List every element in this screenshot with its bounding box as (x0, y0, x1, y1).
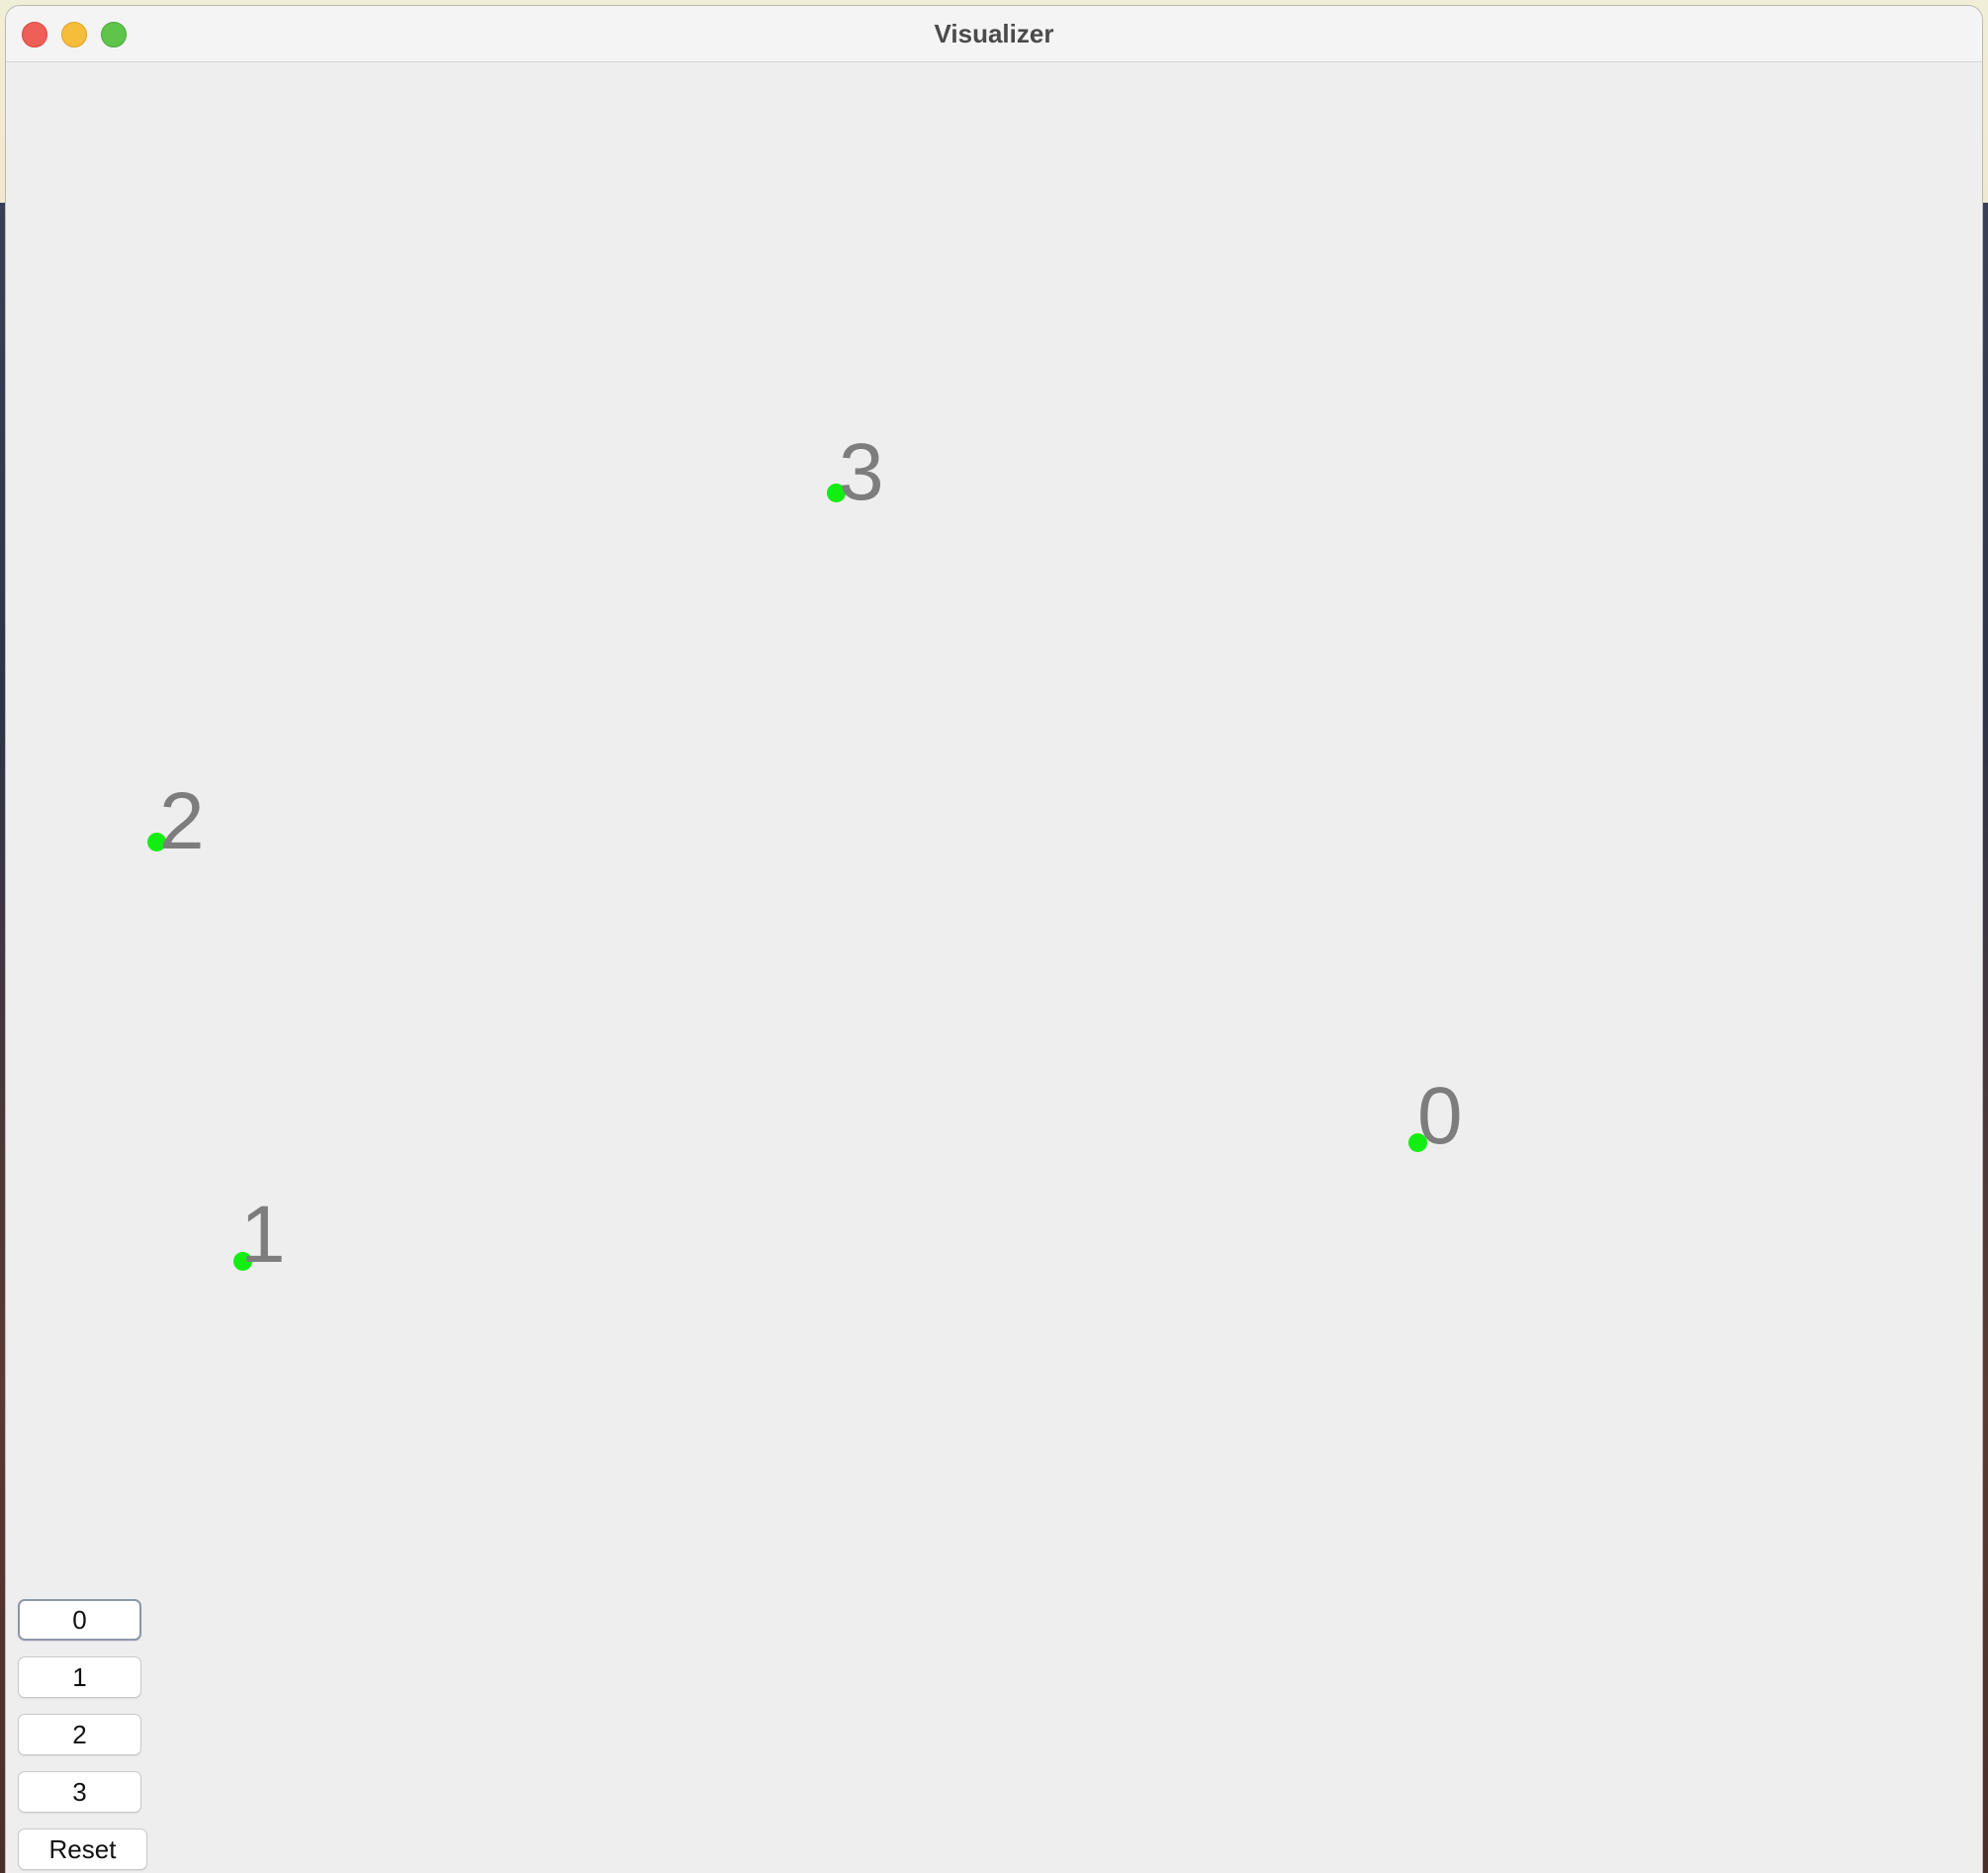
window-title: Visualizer (934, 19, 1054, 48)
point-0-button[interactable]: 0 (18, 1599, 141, 1641)
point-3-label: 3 (839, 427, 884, 517)
visualizer-canvas[interactable]: 3 2 0 1 0 1 2 3 Reset (6, 62, 1982, 1873)
point-0-label: 0 (1417, 1071, 1463, 1161)
point-1-label: 1 (240, 1190, 286, 1280)
point-2-button[interactable]: 2 (18, 1714, 141, 1755)
visualizer-window: Visualizer 3 2 0 1 0 1 2 3 Reset (6, 6, 1982, 1873)
point-1-button[interactable]: 1 (18, 1656, 141, 1698)
reset-button[interactable]: Reset (18, 1828, 147, 1870)
point-2-label: 2 (159, 776, 205, 866)
title-bar[interactable]: Visualizer (6, 6, 1982, 62)
point-3-button[interactable]: 3 (18, 1771, 141, 1813)
